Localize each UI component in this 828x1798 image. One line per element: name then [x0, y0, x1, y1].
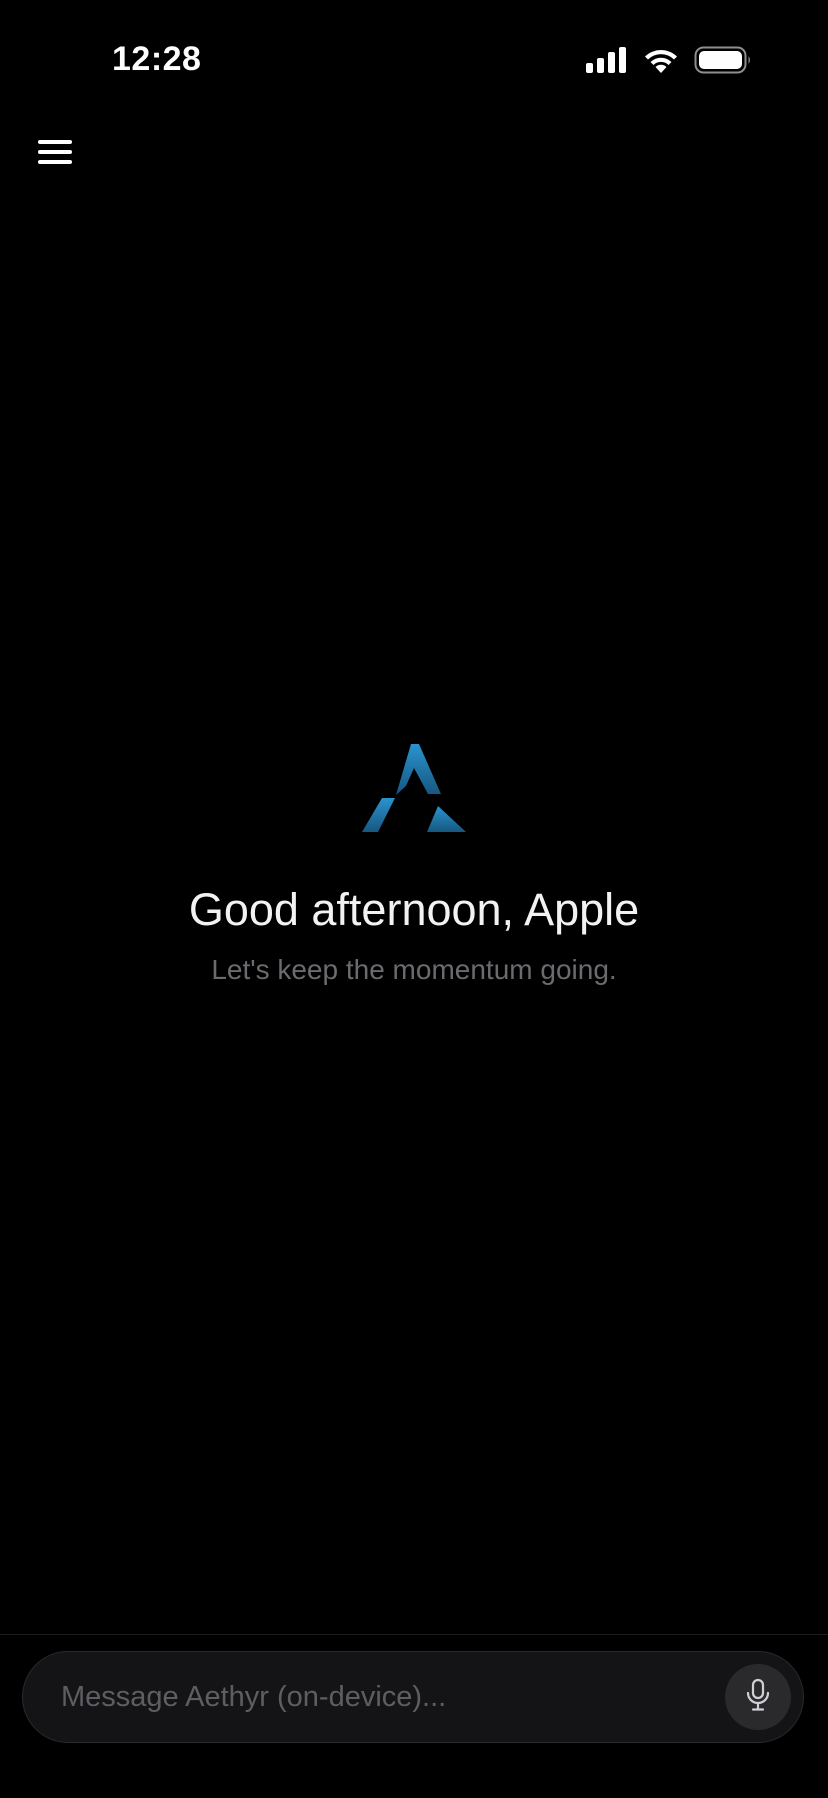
menu-button[interactable]	[30, 134, 80, 174]
welcome-hero: Good afternoon, Apple Let's keep the mom…	[0, 744, 828, 988]
status-bar: 12:28	[0, 0, 828, 120]
microphone-button[interactable]	[725, 1664, 791, 1730]
status-time: 12:28	[112, 40, 202, 78]
microphone-icon	[745, 1678, 771, 1717]
composer-divider	[0, 1634, 828, 1635]
battery-icon	[694, 46, 752, 79]
aethyr-logo	[362, 744, 466, 832]
cellular-signal-icon	[586, 47, 628, 78]
status-icons	[586, 46, 752, 79]
message-input[interactable]	[59, 1666, 725, 1728]
greeting-subtitle: Let's keep the momentum going.	[211, 954, 617, 985]
message-composer	[22, 1651, 804, 1743]
wifi-icon	[642, 46, 680, 79]
hamburger-menu-icon	[37, 138, 73, 171]
greeting-title: Good afternoon, Apple	[188, 884, 640, 935]
